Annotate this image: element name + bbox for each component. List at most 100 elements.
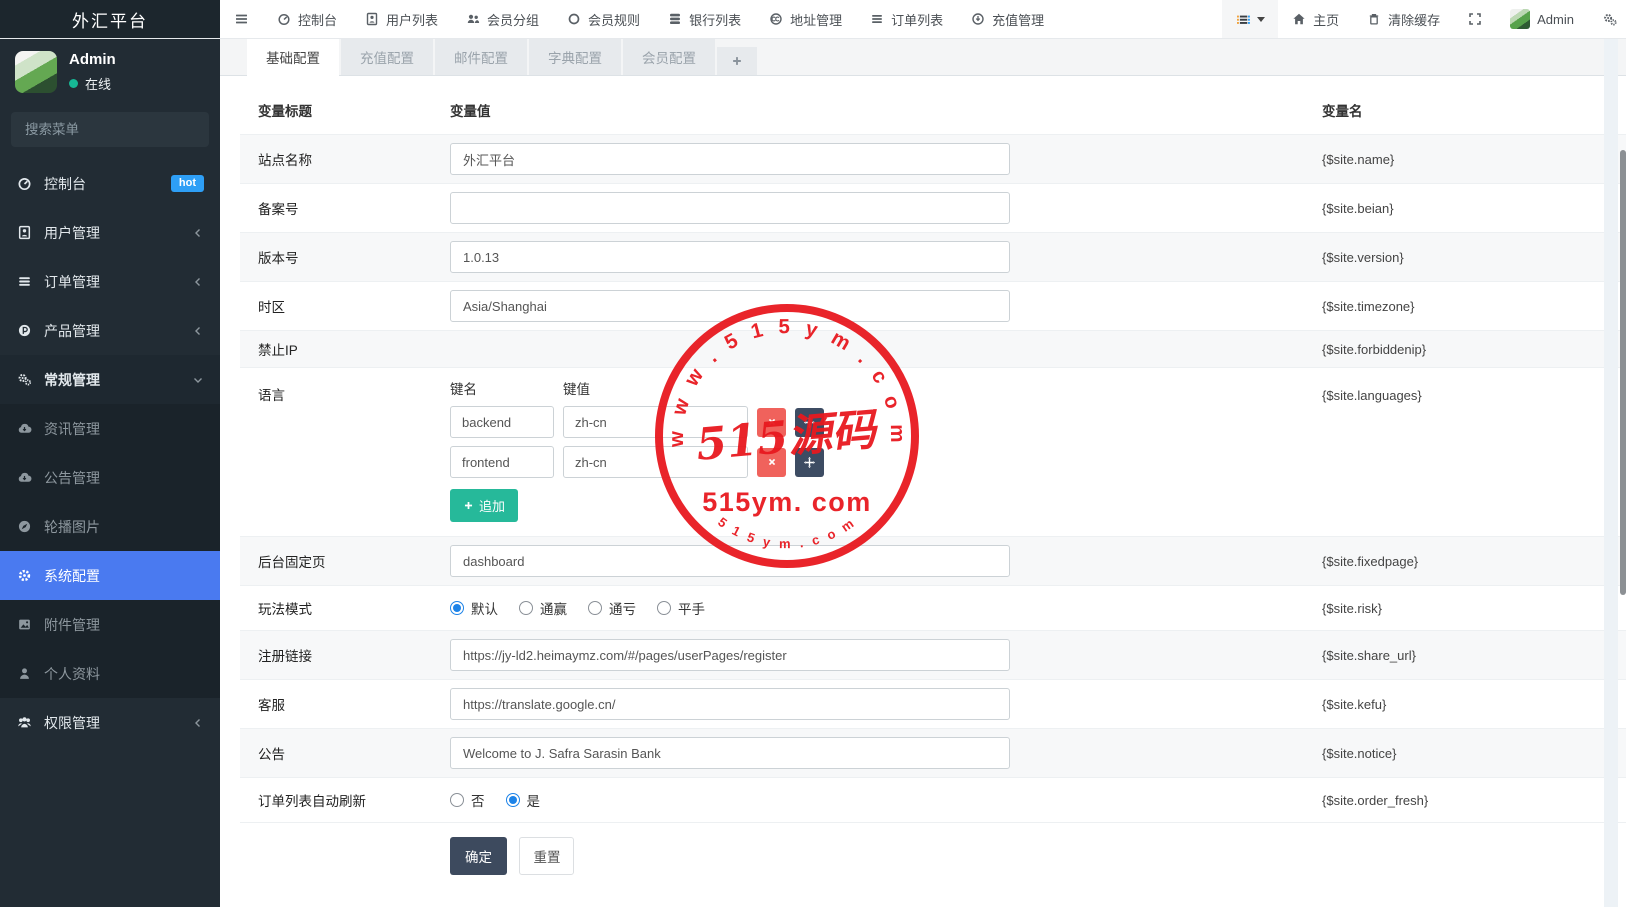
row-var: {$site.beian} bbox=[1322, 201, 1572, 216]
radio-label: 通亏 bbox=[609, 598, 636, 618]
nav-member-rules[interactable]: 会员规则 bbox=[553, 0, 654, 38]
sidebar-item-profile[interactable]: 个人资料 bbox=[0, 649, 220, 698]
address-book-icon bbox=[16, 225, 33, 240]
move-pair-button[interactable] bbox=[795, 408, 824, 437]
radio-option-default[interactable]: 默认 bbox=[450, 598, 498, 618]
window-scrollbar-thumb[interactable] bbox=[1620, 150, 1626, 595]
form-row-timezone: 时区 {$site.timezone} bbox=[240, 281, 1626, 330]
radio-option-all-lose[interactable]: 通亏 bbox=[588, 598, 636, 618]
row-var: {$site.timezone} bbox=[1322, 299, 1572, 314]
tab-mail-config[interactable]: 邮件配置 bbox=[435, 39, 527, 75]
sidebar-item-attachment-management[interactable]: 附件管理 bbox=[0, 600, 220, 649]
nav-label: 银行列表 bbox=[689, 10, 741, 29]
nav-address-management[interactable]: 地址管理 bbox=[755, 0, 856, 38]
row-label: 禁止IP bbox=[240, 339, 450, 359]
form-row-beian: 备案号 {$site.beian} bbox=[240, 183, 1626, 232]
row-var: {$site.order_fresh} bbox=[1322, 793, 1572, 808]
nav-dashboard[interactable]: 控制台 bbox=[263, 0, 351, 38]
sidebar-item-announcement-management[interactable]: 公告管理 bbox=[0, 453, 220, 502]
language-value-input[interactable] bbox=[563, 446, 748, 478]
nav-bank-list[interactable]: 银行列表 bbox=[654, 0, 755, 38]
submit-button[interactable]: 确定 bbox=[450, 837, 507, 875]
move-icon bbox=[803, 416, 816, 429]
person-icon bbox=[16, 666, 33, 681]
radio-icon[interactable] bbox=[657, 601, 671, 615]
sidebar-item-general-management[interactable]: 常规管理 bbox=[0, 355, 220, 404]
sidebar-item-label: 附件管理 bbox=[44, 615, 100, 635]
customer-service-input[interactable] bbox=[450, 688, 1010, 720]
radio-option-draw[interactable]: 平手 bbox=[657, 598, 705, 618]
sidebar-item-order-management[interactable]: 订单管理 bbox=[0, 257, 220, 306]
settings-button[interactable] bbox=[1588, 0, 1626, 38]
sidebar-item-system-config[interactable]: 系统配置 bbox=[0, 551, 220, 600]
version-input[interactable] bbox=[450, 241, 1010, 273]
menu-search-input[interactable] bbox=[23, 121, 204, 138]
fixed-page-input[interactable] bbox=[450, 545, 1010, 577]
sidebar-item-news-management[interactable]: 资讯管理 bbox=[0, 404, 220, 453]
language-key-input[interactable] bbox=[450, 446, 554, 478]
notice-input[interactable] bbox=[450, 737, 1010, 769]
sidebar-item-label: 权限管理 bbox=[44, 713, 100, 733]
radio-icon[interactable] bbox=[588, 601, 602, 615]
append-label: 追加 bbox=[479, 496, 505, 515]
cloud-icon bbox=[16, 470, 33, 485]
online-status-dot bbox=[69, 79, 78, 88]
sidebar-toggle-button[interactable] bbox=[220, 0, 263, 38]
form-row-fixed-page: 后台固定页 {$site.fixedpage} bbox=[240, 536, 1626, 585]
nav-overflow-dropdown[interactable] bbox=[1222, 0, 1278, 38]
clear-cache-label: 清除缓存 bbox=[1388, 10, 1440, 29]
nav-label: 充值管理 bbox=[992, 10, 1044, 29]
nav-user-list[interactable]: 用户列表 bbox=[351, 0, 452, 38]
form-actions-row: 确定 重置 bbox=[240, 822, 1626, 893]
fullscreen-button[interactable] bbox=[1454, 0, 1496, 38]
tab-basic-config[interactable]: 基础配置 bbox=[247, 39, 339, 76]
row-var: {$site.fixedpage} bbox=[1322, 554, 1572, 569]
sidebar-item-dashboard[interactable]: 控制台 hot bbox=[0, 159, 220, 208]
users-group-icon bbox=[16, 715, 33, 730]
col-header-title: 变量标题 bbox=[240, 100, 450, 120]
language-value-input[interactable] bbox=[563, 406, 748, 438]
user-menu[interactable]: Admin bbox=[1496, 0, 1588, 38]
avatar[interactable] bbox=[15, 51, 57, 93]
register-link-input[interactable] bbox=[450, 639, 1010, 671]
nav-recharge-management[interactable]: 充值管理 bbox=[957, 0, 1058, 38]
home-label: 主页 bbox=[1313, 10, 1339, 29]
radio-option-yes[interactable]: 是 bbox=[506, 790, 541, 810]
delete-pair-button[interactable] bbox=[757, 448, 786, 477]
site-name-input[interactable] bbox=[450, 143, 1010, 175]
sidebar-item-product-management[interactable]: 产品管理 bbox=[0, 306, 220, 355]
chevron-down-icon bbox=[192, 374, 204, 386]
radio-checked-icon[interactable] bbox=[506, 793, 520, 807]
move-pair-button[interactable] bbox=[795, 448, 824, 477]
clear-cache-button[interactable]: 清除缓存 bbox=[1353, 0, 1454, 38]
config-form: 变量标题 变量值 变量名 站点名称 {$site.name} 备案号 {$sit… bbox=[220, 76, 1626, 893]
tab-dictionary-config[interactable]: 字典配置 bbox=[529, 39, 621, 75]
sidebar-item-permission-management[interactable]: 权限管理 bbox=[0, 698, 220, 747]
add-tab-button[interactable] bbox=[717, 47, 757, 75]
nav-label: 会员分组 bbox=[487, 10, 539, 29]
radio-checked-icon[interactable] bbox=[450, 601, 464, 615]
timezone-input[interactable] bbox=[450, 290, 1010, 322]
home-button[interactable]: 主页 bbox=[1278, 0, 1353, 38]
caret-down-icon bbox=[1257, 17, 1265, 22]
delete-pair-button[interactable] bbox=[757, 408, 786, 437]
reset-button[interactable]: 重置 bbox=[519, 837, 574, 875]
language-key-input[interactable] bbox=[450, 406, 554, 438]
content-scrollbar-track[interactable] bbox=[1604, 38, 1618, 907]
row-var: {$site.kefu} bbox=[1322, 697, 1572, 712]
radio-option-no[interactable]: 否 bbox=[450, 790, 485, 810]
sidebar-item-carousel-images[interactable]: 轮播图片 bbox=[0, 502, 220, 551]
nav-label: 会员规则 bbox=[588, 10, 640, 29]
radio-icon[interactable] bbox=[519, 601, 533, 615]
form-row-forbidden-ip: 禁止IP {$site.forbiddenip} bbox=[240, 330, 1626, 367]
tab-member-config[interactable]: 会员配置 bbox=[623, 39, 715, 75]
nav-member-groups[interactable]: 会员分组 bbox=[452, 0, 553, 38]
append-pair-button[interactable]: 追加 bbox=[450, 489, 518, 522]
radio-option-all-win[interactable]: 通赢 bbox=[519, 598, 567, 618]
nav-order-list[interactable]: 订单列表 bbox=[856, 0, 957, 38]
beian-input[interactable] bbox=[450, 192, 1010, 224]
radio-icon[interactable] bbox=[450, 793, 464, 807]
sidebar-item-user-management[interactable]: 用户管理 bbox=[0, 208, 220, 257]
tab-recharge-config[interactable]: 充值配置 bbox=[341, 39, 433, 75]
topbar: 外汇平台 控制台 用户列表 会员分组 会员规则 银行列表 地址管理 bbox=[0, 0, 1626, 39]
